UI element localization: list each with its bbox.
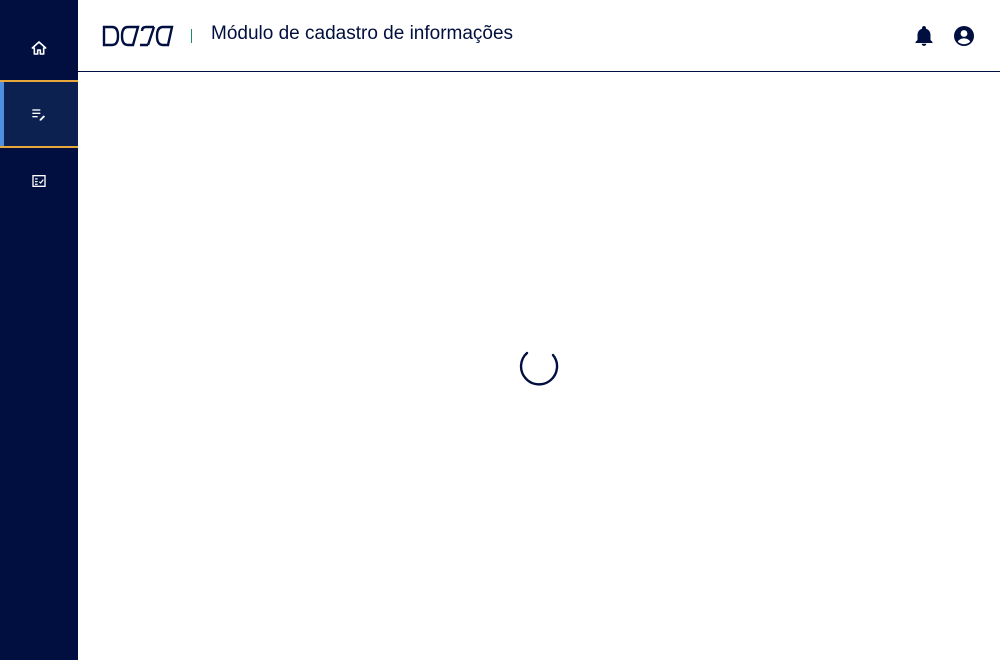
active-indicator: [0, 82, 4, 146]
checklist-icon: [32, 175, 46, 187]
edit-list-icon: [32, 109, 45, 121]
dasa-logo: [102, 25, 174, 47]
loading-spinner-icon: [519, 351, 559, 386]
sidebar-item-home[interactable]: [0, 15, 78, 81]
page-title: Módulo de cadastro de informações: [211, 23, 514, 44]
sidebar-item-checklist[interactable]: [0, 148, 78, 214]
sidebar-item-register[interactable]: [0, 80, 78, 148]
app-shell: Módulo de cadastro de informações: [0, 0, 1000, 660]
header-separator: [191, 29, 192, 43]
main-content: [78, 72, 1000, 660]
home-icon: [31, 41, 47, 55]
account-circle-icon[interactable]: [952, 24, 976, 48]
top-header: Módulo de cadastro de informações: [78, 0, 1000, 72]
sidebar: [0, 0, 78, 660]
bell-icon[interactable]: [912, 24, 936, 48]
